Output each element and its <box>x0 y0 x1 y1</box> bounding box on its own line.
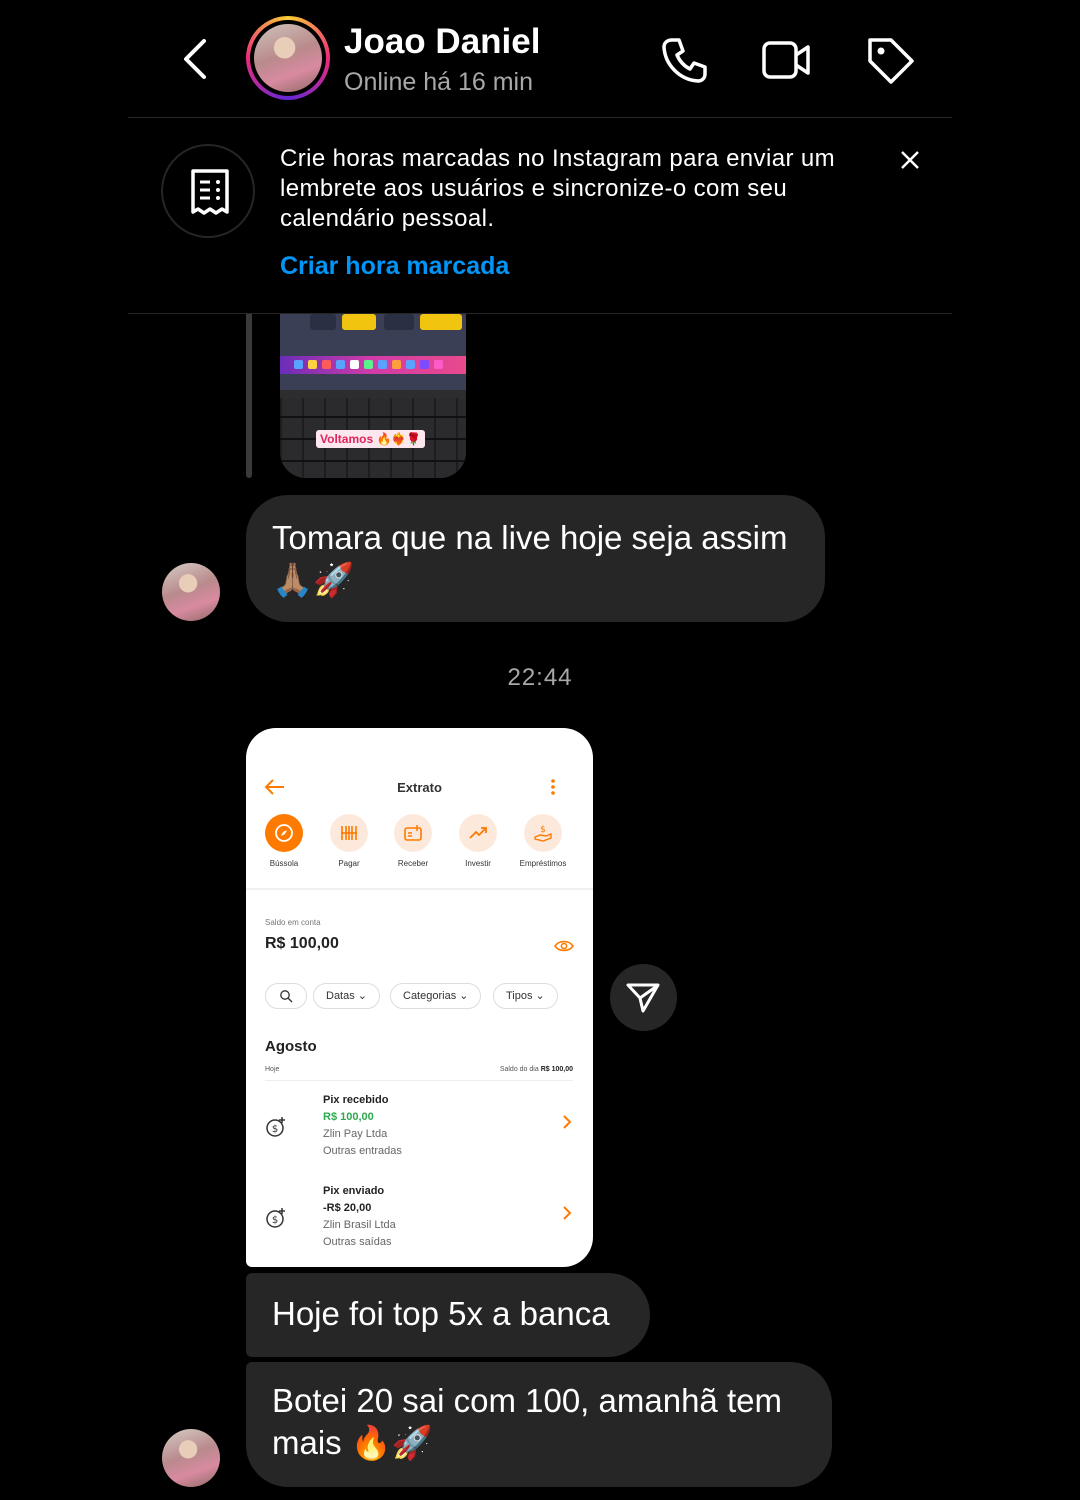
action-invest: Investir <box>448 814 508 868</box>
phone-call-icon[interactable] <box>658 34 710 86</box>
transaction-party: Zlin Brasil Ltda <box>323 1219 396 1231</box>
contact-avatar[interactable] <box>246 16 330 100</box>
transaction-category: Outras saídas <box>323 1236 392 1248</box>
story-sticker: Voltamos 🔥❤️‍🔥🌹 <box>316 430 426 448</box>
action-label: Receber <box>397 859 429 868</box>
pix-money-icon: $ <box>266 1117 285 1137</box>
chat-header: Joao Daniel Online há 16 min <box>128 0 952 118</box>
balance-label: Saldo em conta <box>265 918 321 927</box>
transaction-row: $ Pix recebido R$ 100,00 Zlin Pay Ltda O… <box>246 1094 593 1170</box>
contact-status: Online há 16 min <box>344 68 534 96</box>
day-balance: Saldo do dia R$ 100,00 <box>500 1066 573 1073</box>
action-label: Investir <box>465 859 491 868</box>
banner-message: Crie horas marcadas no Instagram para en… <box>280 145 836 232</box>
message-bubble[interactable]: Tomara que na live hoje seja assim 🙏🏽🚀 <box>246 495 825 622</box>
divider <box>246 888 593 890</box>
action-loans: $ Empréstimos <box>512 814 574 868</box>
reply-indicator-bar <box>246 314 252 478</box>
filter-label: Datas <box>326 990 355 1002</box>
compass-icon <box>275 824 293 842</box>
receive-icon <box>404 825 422 841</box>
eye-icon <box>554 940 574 952</box>
video-call-icon[interactable] <box>760 34 812 86</box>
more-options-icon <box>551 779 555 795</box>
transaction-title: Pix recebido <box>323 1094 389 1106</box>
balance-value: R$ 100,00 <box>265 935 339 952</box>
transaction-party: Zlin Pay Ltda <box>323 1128 388 1140</box>
sender-avatar[interactable] <box>162 1429 220 1487</box>
filter-label: Categorias <box>403 990 457 1002</box>
message-bubble[interactable]: Hoje foi top 5x a banca <box>246 1273 650 1357</box>
action-pay: Pagar <box>319 814 379 868</box>
create-appointment-link[interactable]: Criar hora marcada <box>280 252 509 281</box>
message-text: Tomara que na live hoje seja assim 🙏🏽🚀 <box>272 519 788 598</box>
svg-text:$: $ <box>272 1124 278 1135</box>
action-label: Empréstimos <box>519 859 567 868</box>
action-label: Pagar <box>338 859 360 868</box>
receipt-icon <box>161 144 255 238</box>
transaction-row: $ Pix enviado -R$ 20,00 Zlin Brasil Ltda… <box>246 1185 593 1261</box>
day-balance-label: Saldo do dia <box>499 1066 539 1073</box>
chevron-right-icon <box>563 1115 572 1129</box>
filter-chip-dates: Datas ⌄ <box>313 983 381 1009</box>
contact-avatar-image <box>254 24 322 92</box>
action-compass: Bússola <box>254 814 314 868</box>
contact-name[interactable]: Joao Daniel <box>344 22 540 62</box>
close-icon[interactable] <box>898 148 922 172</box>
action-receive: Receber <box>383 814 443 868</box>
month-heading: Agosto <box>265 1038 317 1055</box>
action-label: Bússola <box>269 859 299 868</box>
appointment-banner: Crie horas marcadas no Instagram para en… <box>128 118 952 314</box>
message-text: Hoje foi top 5x a banca <box>272 1295 610 1332</box>
divider <box>265 1080 573 1081</box>
filter-chip-categories: Categorias ⌄ <box>390 983 482 1009</box>
message-timestamp: 22:44 <box>507 664 573 691</box>
share-button[interactable] <box>610 964 677 1031</box>
search-icon <box>280 990 293 1003</box>
transaction-amount: -R$ 20,00 <box>323 1202 372 1214</box>
filter-chip-types: Tipos ⌄ <box>493 983 558 1009</box>
transaction-amount: R$ 100,00 <box>323 1111 374 1123</box>
statement-title: Extrato <box>397 780 442 795</box>
day-balance-value: R$ 100,00 <box>540 1066 573 1073</box>
chevron-right-icon <box>563 1206 572 1220</box>
pix-money-icon: $ <box>266 1208 285 1228</box>
replied-story-thumbnail[interactable]: Voltamos 🔥❤️‍🔥🌹 <box>280 314 466 478</box>
search-chip <box>265 983 307 1009</box>
message-text: Botei 20 sai com 100, amanhã tem mais 🔥🚀 <box>272 1382 782 1461</box>
transaction-title: Pix enviado <box>323 1185 385 1197</box>
svg-text:$: $ <box>540 825 546 835</box>
back-arrow-icon[interactable] <box>178 35 214 83</box>
loan-hand-icon: $ <box>534 825 552 842</box>
transaction-category: Outras entradas <box>323 1145 402 1157</box>
barcode-icon <box>341 826 357 840</box>
send-icon <box>626 983 660 1013</box>
tag-icon[interactable] <box>864 34 916 86</box>
message-bubble[interactable]: Botei 20 sai com 100, amanhã tem mais 🔥🚀 <box>246 1362 832 1487</box>
filter-label: Tipos <box>506 990 533 1002</box>
svg-text:$: $ <box>272 1215 278 1226</box>
shared-image-message[interactable]: Extrato Bússola Pagar Receber Investir $… <box>246 728 593 1267</box>
sender-avatar[interactable] <box>162 563 220 621</box>
day-label: Hoje <box>265 1066 280 1073</box>
trend-up-icon <box>469 827 487 839</box>
